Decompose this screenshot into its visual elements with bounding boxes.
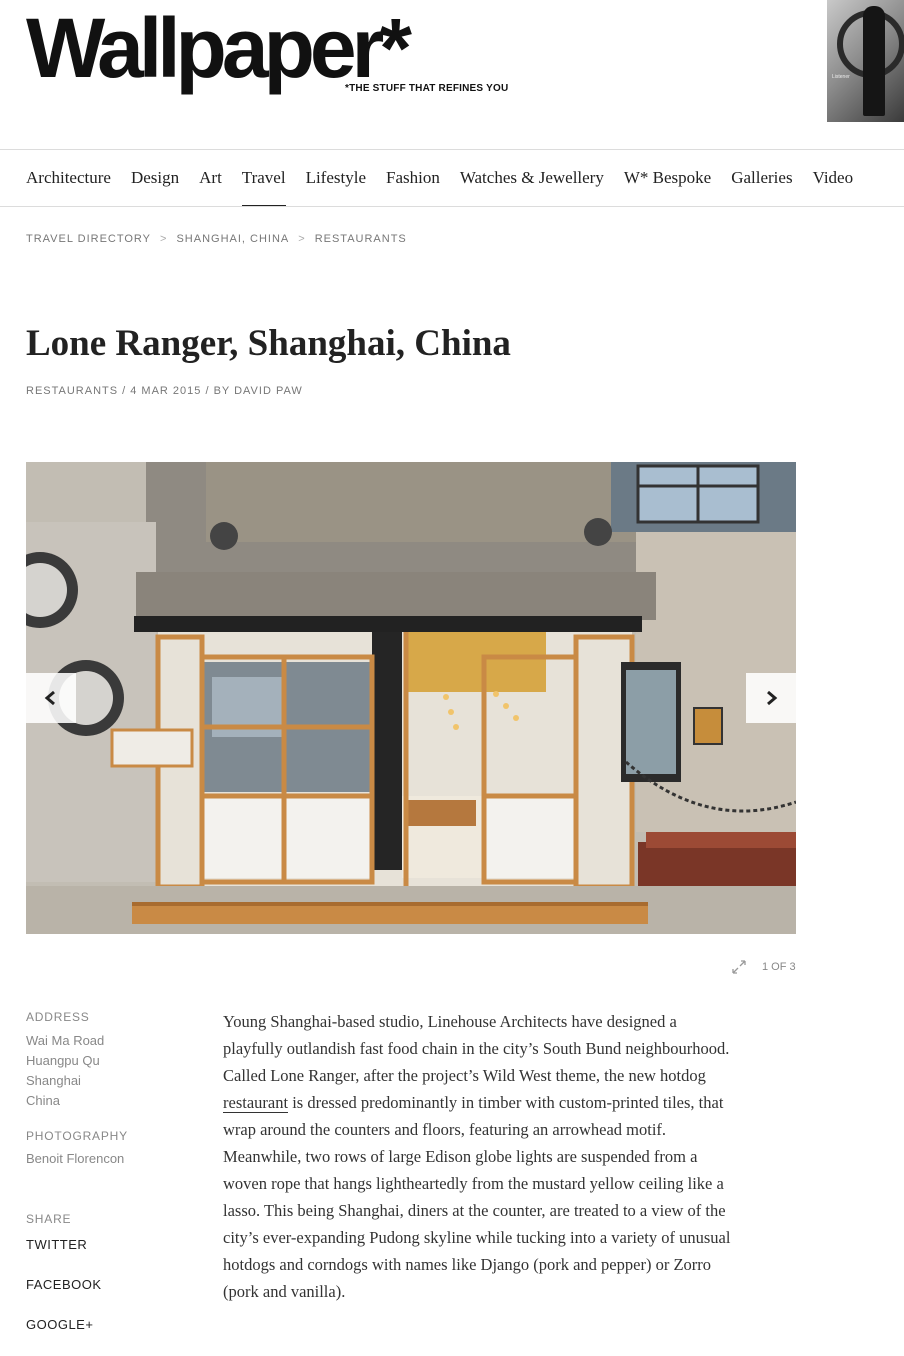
share-googleplus-link[interactable]: GOOGLE+: [26, 1317, 93, 1332]
nav-item-art[interactable]: Art: [199, 168, 222, 188]
gallery-counter: 1 OF 3: [762, 961, 796, 973]
address-line: Huangpu Qu: [26, 1053, 100, 1068]
share-facebook-link[interactable]: FACEBOOK: [26, 1277, 102, 1292]
nav-item-w-bespoke[interactable]: W* Bespoke: [624, 168, 711, 188]
nav-item-video[interactable]: Video: [813, 168, 854, 188]
nav-item-travel[interactable]: Travel: [241, 168, 286, 207]
article-meta: RESTAURANTS / 4 MAR 2015 / BY DAVID PAW: [26, 385, 303, 397]
restaurant-link[interactable]: restaurant: [223, 1093, 289, 1113]
share-twitter-link[interactable]: TWITTER: [26, 1237, 87, 1252]
magazine-cover[interactable]: Listener: [827, 0, 904, 122]
breadcrumb-separator: >: [298, 233, 306, 245]
article-body: Young Shanghai-based studio, Linehouse A…: [223, 1008, 733, 1305]
nav-item-fashion[interactable]: Fashion: [386, 168, 440, 188]
gallery-next-button[interactable]: [746, 673, 796, 723]
breadcrumb-shanghai-china[interactable]: SHANGHAI, CHINA: [176, 233, 289, 245]
chevron-right-icon: [767, 690, 778, 706]
restaurant-photo: [26, 462, 796, 934]
site-tagline: *THE STUFF THAT REFINES YOU: [345, 83, 509, 94]
breadcrumb-travel-directory[interactable]: TRAVEL DIRECTORY: [26, 233, 151, 245]
breadcrumb-restaurants[interactable]: RESTAURANTS: [315, 233, 407, 245]
article-body-text: is dressed predominantly in timber with …: [223, 1093, 731, 1301]
breadcrumb-separator: >: [160, 233, 168, 245]
share-label: SHARE: [26, 1212, 72, 1226]
nav-item-galleries[interactable]: Galleries: [731, 168, 792, 188]
cover-text: Listener: [832, 74, 850, 80]
gallery-prev-button[interactable]: [26, 673, 76, 723]
chevron-left-icon: [44, 690, 55, 706]
photography-label: PHOTOGRAPHY: [26, 1129, 128, 1143]
expand-icon[interactable]: [730, 958, 748, 976]
nav-divider: [0, 206, 904, 207]
article-title: Lone Ranger, Shanghai, China: [26, 323, 511, 364]
breadcrumb: TRAVEL DIRECTORY > SHANGHAI, CHINA > RESTAUR…: [26, 233, 407, 245]
address-label: ADDRESS: [26, 1010, 90, 1024]
nav-item-lifestyle[interactable]: Lifestyle: [306, 168, 366, 188]
address-line: China: [26, 1093, 60, 1108]
site-logo[interactable]: Wallpaper*: [26, 2, 412, 94]
cover-model: [863, 6, 885, 116]
article-body-text: Young Shanghai-based studio, Linehouse A…: [223, 1012, 730, 1085]
nav-item-watches-jewellery[interactable]: Watches & Jewellery: [460, 168, 604, 188]
header-divider: [0, 149, 904, 150]
gallery-counter-row: 1 OF 3: [730, 958, 796, 976]
address-line: Wai Ma Road: [26, 1033, 105, 1048]
main-nav: Architecture Design Art Travel Lifestyle…: [26, 168, 873, 207]
gallery-image[interactable]: [26, 462, 796, 934]
address-line: Shanghai: [26, 1073, 81, 1088]
photographer-name: Benoit Florencon: [26, 1151, 125, 1166]
nav-item-design[interactable]: Design: [131, 168, 179, 188]
nav-item-architecture[interactable]: Architecture: [26, 168, 111, 188]
address-block: Wai Ma Road Huangpu Qu Shanghai China: [26, 1031, 104, 1111]
